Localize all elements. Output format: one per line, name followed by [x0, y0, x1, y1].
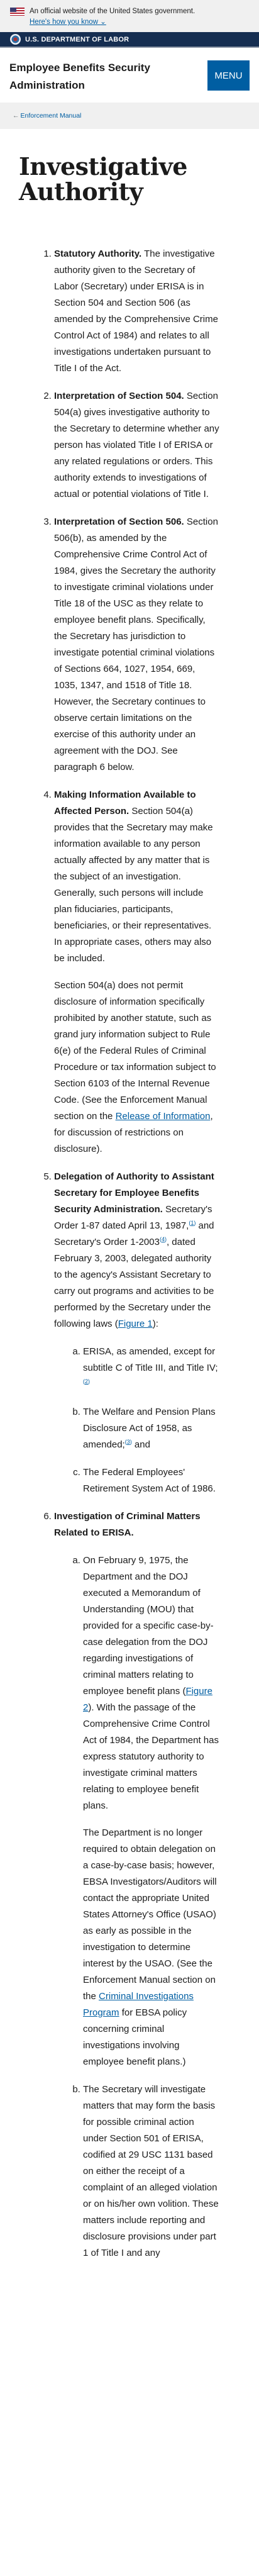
body-text: , dated February 3, 2003, delegated auth… [54, 1237, 214, 1329]
page-title: Investigative Authority [19, 152, 187, 206]
paragraph: The Welfare and Pension Plans Disclosure… [83, 1404, 220, 1453]
agency-bar: U.S. DEPARTMENT OF LABOR [0, 32, 259, 48]
sub-item: ERISA, as amended, except for subtitle C… [83, 1344, 220, 1393]
section-item: Interpretation of Section 506. Section 5… [54, 514, 220, 776]
footnote-ref[interactable]: (3) [125, 1439, 132, 1445]
paragraph: Making Information Available to Affected… [54, 787, 220, 967]
chevron-down-icon: ⌄ [100, 18, 106, 26]
menu-button[interactable]: MENU [207, 60, 250, 91]
body-text: Section 504(a) provides that the Secreta… [54, 806, 213, 964]
item-heading: Interpretation of Section 504. [54, 391, 184, 401]
footnote-ref[interactable]: (4) [160, 1236, 167, 1242]
sub-item: The Federal Employees' Retirement System… [83, 1464, 220, 1497]
item-heading: Interpretation of Section 506. [54, 516, 184, 527]
body-text: ERISA, as amended, except for subtitle C… [83, 1346, 218, 1373]
section-item: Investigation of Criminal Matters Relate… [54, 1508, 220, 2261]
us-flag-icon [10, 8, 25, 16]
paragraph: Section 504(a) does not permit disclosur… [54, 978, 220, 1157]
heres-how-you-know-link[interactable]: Here's how you know ⌄ [30, 18, 106, 26]
sub-item: On February 9, 1975, the Department and … [83, 1553, 220, 2070]
sub-list: On February 9, 1975, the Department and … [54, 1553, 220, 2261]
footnote-number[interactable]: 1 [190, 1220, 194, 1226]
section-item: Interpretation of Section 504. Section 5… [54, 388, 220, 503]
section-item: Statutory Authority. The investigative a… [54, 246, 220, 377]
site-title[interactable]: Employee Benefits Security Administratio… [9, 59, 160, 94]
paragraph: Interpretation of Section 506. Section 5… [54, 514, 220, 776]
section-list: Statutory Authority. The investigative a… [0, 246, 259, 2261]
inline-link[interactable]: Release of Information [116, 1111, 211, 1122]
site-header: Employee Benefits Security Administratio… [0, 48, 259, 103]
sub-item: The Secretary will investigate matters t… [83, 2082, 220, 2261]
gov-banner: An official website of the United States… [0, 0, 259, 32]
footnote-number[interactable]: 2 [85, 1378, 88, 1385]
body-text: ): [152, 1319, 158, 1329]
body-text: The Federal Employees' Retirement System… [83, 1467, 216, 1494]
breadcrumb: ← Enforcement Manual [0, 103, 259, 129]
paragraph: On February 9, 1975, the Department and … [83, 1553, 220, 1814]
paragraph: Delegation of Authority to Assistant Sec… [54, 1169, 220, 1332]
body-text: ). With the passage of the Comprehensive… [83, 1702, 219, 1811]
agency-name[interactable]: U.S. DEPARTMENT OF LABOR [25, 36, 129, 43]
body-text: On February 9, 1975, the Department and … [83, 1555, 214, 1697]
paragraph: The Federal Employees' Retirement System… [83, 1464, 220, 1497]
sub-item: The Welfare and Pension Plans Disclosure… [83, 1404, 220, 1453]
body-text: Section 504(a) gives investigative autho… [54, 391, 219, 499]
dol-seal-icon [10, 34, 21, 45]
item-heading: Investigation of Criminal Matters Relate… [54, 1511, 201, 1538]
gov-banner-text: An official website of the United States… [30, 8, 196, 15]
paragraph: Interpretation of Section 504. Section 5… [54, 388, 220, 503]
section-item: Making Information Available to Affected… [54, 787, 220, 1157]
paragraph: Investigation of Criminal Matters Relate… [54, 1508, 220, 1541]
footnote-number[interactable]: 4 [162, 1236, 165, 1242]
paragraph: The Department is no longer required to … [83, 1825, 220, 2070]
body-text: Section 504(a) does not permit disclosur… [54, 980, 216, 1122]
item-heading: Statutory Authority. [54, 248, 142, 259]
body-text: Section 506(b), as amended by the Compre… [54, 516, 218, 772]
arrow-left-icon: ← [13, 112, 19, 120]
paragraph: ERISA, as amended, except for subtitle C… [83, 1344, 220, 1393]
footnote-ref[interactable]: (2) [83, 1378, 90, 1385]
sub-list: ERISA, as amended, except for subtitle C… [54, 1344, 220, 1497]
body-text: The Department is no longer required to … [83, 1827, 217, 2002]
body-text: The investigative authority given to the… [54, 248, 218, 374]
body-text: and [131, 1439, 150, 1450]
footnote-ref[interactable]: (1) [189, 1220, 196, 1226]
paragraph: The Secretary will investigate matters t… [83, 2082, 220, 2261]
paragraph: Statutory Authority. The investigative a… [54, 246, 220, 377]
breadcrumb-enforcement-manual[interactable]: Enforcement Manual [21, 112, 82, 120]
footnote-number[interactable]: 3 [127, 1439, 130, 1445]
section-item: Delegation of Authority to Assistant Sec… [54, 1169, 220, 1497]
inline-link[interactable]: Figure 1 [118, 1319, 153, 1329]
body-text: The Secretary will investigate matters t… [83, 2084, 219, 2258]
